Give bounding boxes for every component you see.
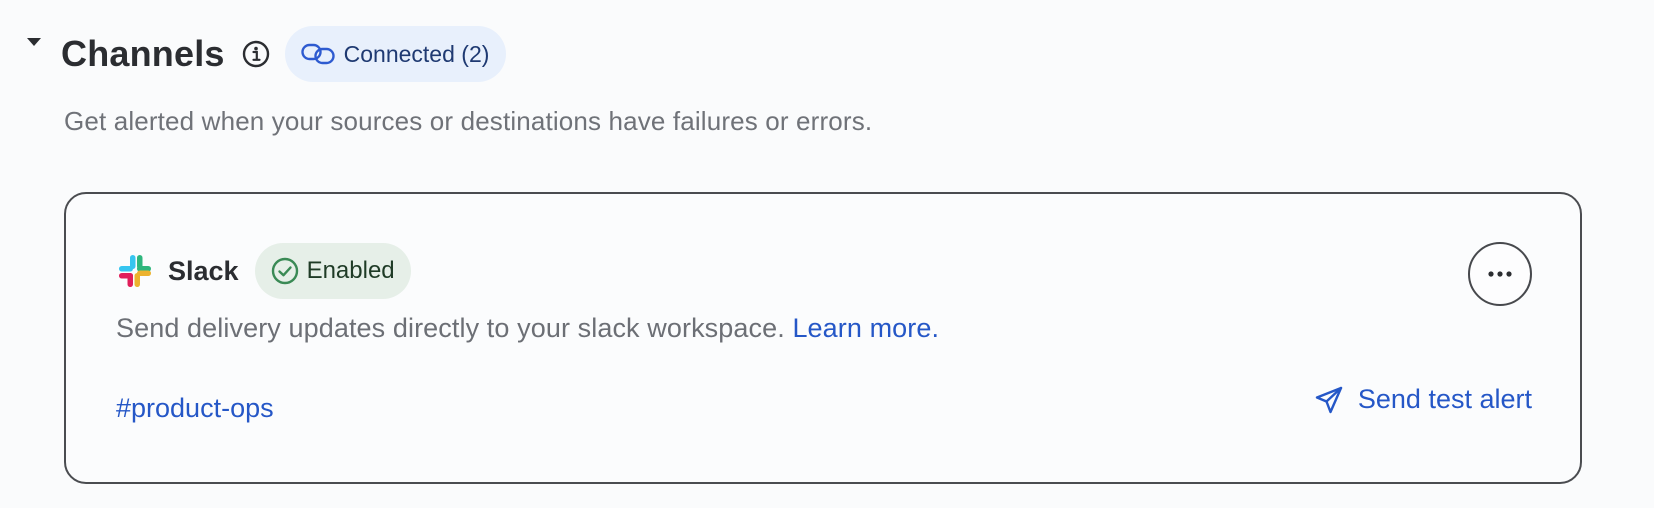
status-badge-label: Enabled: [306, 257, 395, 284]
ellipsis-icon: [1488, 271, 1512, 277]
channel-card-header: Slack Enabled: [118, 243, 411, 299]
status-badge: Enabled: [254, 243, 411, 299]
send-test-alert-label: Send test alert: [1357, 384, 1532, 414]
channel-name: Slack: [168, 255, 239, 286]
send-test-alert-button[interactable]: Send test alert: [1314, 384, 1532, 415]
info-icon[interactable]: [241, 39, 271, 69]
collapse-toggle[interactable]: [24, 37, 44, 57]
section-subtitle: Get alerted when your sources or destina…: [64, 106, 873, 136]
section-title: Channels: [61, 33, 225, 74]
channel-description-text: Send delivery updates directly to your s…: [116, 313, 785, 343]
paper-plane-icon: [1315, 386, 1343, 413]
connected-badge-label: Connected (2): [343, 40, 490, 67]
learn-more-link[interactable]: Learn more.: [792, 313, 939, 343]
channel-card-slack: Slack Enabled Send delivery updates dire…: [64, 192, 1582, 484]
link-icon: [300, 42, 337, 66]
channels-section: Channels Connected (2) Get alerted when …: [0, 0, 1654, 508]
slack-channel-link[interactable]: #product-ops: [116, 393, 274, 424]
check-circle-icon: [271, 257, 298, 285]
connected-count-badge[interactable]: Connected (2): [284, 26, 507, 82]
section-header: Channels Connected (2): [24, 26, 507, 82]
slack-logo-icon: [119, 255, 151, 287]
more-options-button[interactable]: [1468, 242, 1532, 306]
caret-down-icon: [27, 38, 41, 46]
channel-description: Send delivery updates directly to your s…: [116, 313, 939, 344]
